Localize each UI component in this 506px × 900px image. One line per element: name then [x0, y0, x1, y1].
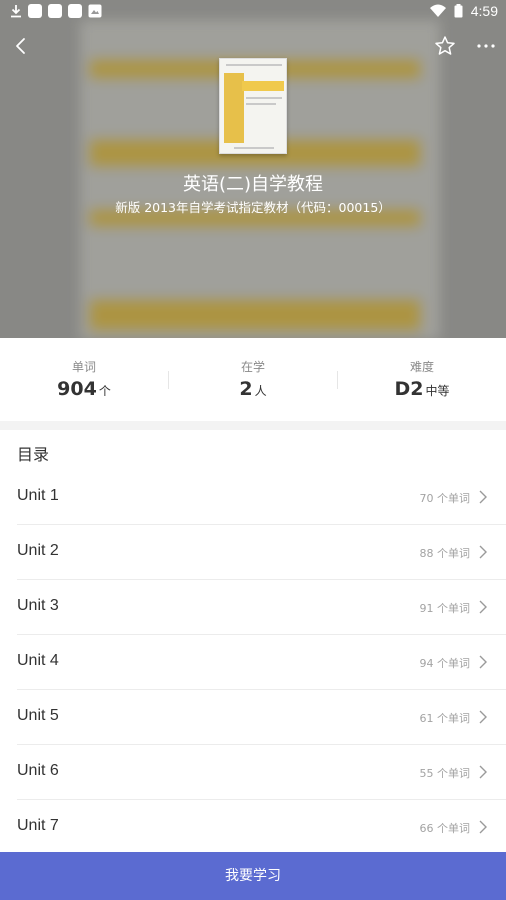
battery-icon	[454, 4, 463, 18]
clock: 4:59	[470, 3, 498, 19]
unit-word-count: 88 个单词	[419, 547, 471, 560]
star-icon[interactable]	[433, 34, 457, 58]
image-icon	[88, 4, 102, 18]
book-title: 英语(二)自学教程	[182, 174, 324, 195]
chevron-right-icon	[479, 820, 487, 834]
unit-word-count: 55 个单词	[419, 767, 471, 780]
book-cover	[219, 58, 287, 154]
unit-row[interactable]: Unit 5 61 个单词	[17, 689, 506, 744]
status-bar: 4:59	[0, 0, 506, 24]
unit-row[interactable]: Unit 4 94 个单词	[17, 634, 506, 689]
chevron-right-icon	[479, 765, 487, 779]
unit-word-count: 61 个单词	[419, 712, 471, 725]
unit-word-count: 70 个单词	[419, 492, 471, 505]
book-stats: 单词 904 个 在学 2人 难度 D2 中等	[0, 338, 506, 421]
notification-icon	[48, 4, 62, 18]
unit-name: Unit 3	[17, 597, 59, 614]
stat-label: 难度	[409, 360, 434, 374]
book-subtitle: 新版 2013年自学考试指定教材（代码：00015）	[115, 200, 391, 215]
unit-name: Unit 2	[17, 542, 59, 559]
unit-name: Unit 5	[17, 707, 59, 724]
stat-value: 904 个	[57, 378, 111, 400]
stat-words: 单词 904 个	[0, 338, 168, 421]
chevron-right-icon	[479, 545, 487, 559]
unit-row[interactable]: Unit 2 88 个单词	[17, 524, 506, 579]
stat-label: 在学	[240, 360, 265, 374]
chevron-right-icon	[479, 655, 487, 669]
unit-name: Unit 1	[17, 487, 59, 504]
unit-name: Unit 4	[17, 652, 59, 669]
unit-row[interactable]: Unit 3 91 个单词	[17, 579, 506, 634]
notification-icon	[28, 4, 42, 18]
book-header: 4:59 英语(二)自学教程 新版 2013年自学考试指定教材（代码：00015…	[0, 0, 506, 338]
more-icon[interactable]	[474, 34, 498, 58]
unit-row[interactable]: Unit 6 55 个单词	[17, 744, 506, 799]
stat-label: 单词	[71, 360, 96, 374]
unit-word-count: 66 个单词	[419, 822, 471, 835]
back-arrow-icon[interactable]	[10, 34, 34, 58]
download-icon	[11, 5, 21, 18]
unit-word-count: 91 个单词	[419, 602, 471, 615]
chevron-right-icon	[479, 490, 487, 504]
unit-name: Unit 7	[17, 817, 59, 834]
unit-catalog: 目录 Unit 1 70 个单词 Unit 2 88 个单词 Unit 3 91…	[0, 430, 506, 900]
unit-row[interactable]: Unit 1 70 个单词	[17, 469, 506, 524]
catalog-title: 目录	[17, 445, 50, 464]
notification-icon	[68, 4, 82, 18]
stat-value: 2人	[239, 378, 267, 400]
unit-word-count: 94 个单词	[419, 657, 471, 670]
wifi-icon	[429, 4, 446, 17]
chevron-right-icon	[479, 600, 487, 614]
chevron-right-icon	[479, 710, 487, 724]
start-learning-button[interactable]: 我要学习	[0, 852, 506, 900]
stat-difficulty: 难度 D2 中等	[338, 338, 506, 421]
stat-learners: 在学 2人	[169, 338, 337, 421]
stat-value: D2 中等	[394, 378, 450, 400]
unit-row[interactable]: Unit 7 66 个单词	[17, 799, 506, 854]
unit-name: Unit 6	[17, 762, 59, 779]
